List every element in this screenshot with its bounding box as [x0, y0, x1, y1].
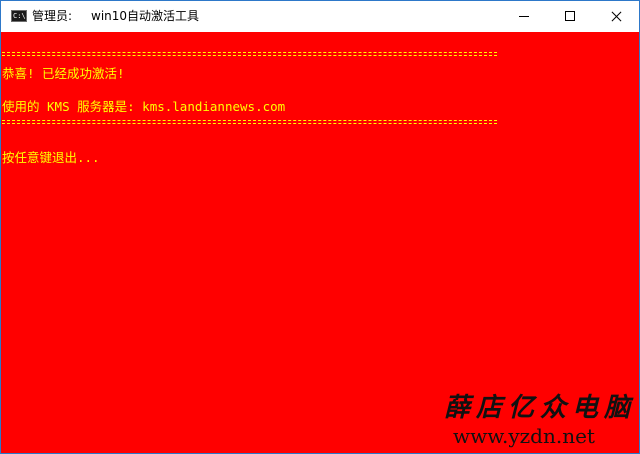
title-prefix: 管理员:: [32, 9, 73, 23]
close-icon: [610, 16, 623, 17]
console-window: C:\ 管理员: win10自动激活工具 恭喜! 已经成功激活! 使用的 KMS…: [0, 0, 640, 454]
minimize-button[interactable]: [501, 1, 547, 32]
cmd-icon[interactable]: C:\: [11, 10, 27, 22]
exit-prompt: 按任意键退出...: [2, 150, 100, 165]
success-message: 恭喜! 已经成功激活!: [2, 66, 125, 81]
minimize-icon: [519, 16, 529, 17]
watermark-url: www.yzdn.net: [453, 424, 595, 448]
separator-line-top: [2, 52, 497, 56]
close-button[interactable]: [593, 1, 639, 32]
console-output[interactable]: 恭喜! 已经成功激活! 使用的 KMS 服务器是: kms.landiannew…: [1, 32, 639, 453]
kms-server-line: 使用的 KMS 服务器是: kms.landiannews.com: [2, 99, 286, 114]
maximize-icon: [565, 11, 575, 21]
window-title: win10自动激活工具: [91, 9, 200, 23]
separator-line-bottom: [2, 120, 497, 124]
watermark-name: 薛店亿众电脑: [444, 393, 637, 423]
cmd-icon-text: C:\: [13, 12, 26, 20]
title-bar[interactable]: C:\ 管理员: win10自动激活工具: [1, 1, 639, 32]
maximize-button[interactable]: [547, 1, 593, 32]
